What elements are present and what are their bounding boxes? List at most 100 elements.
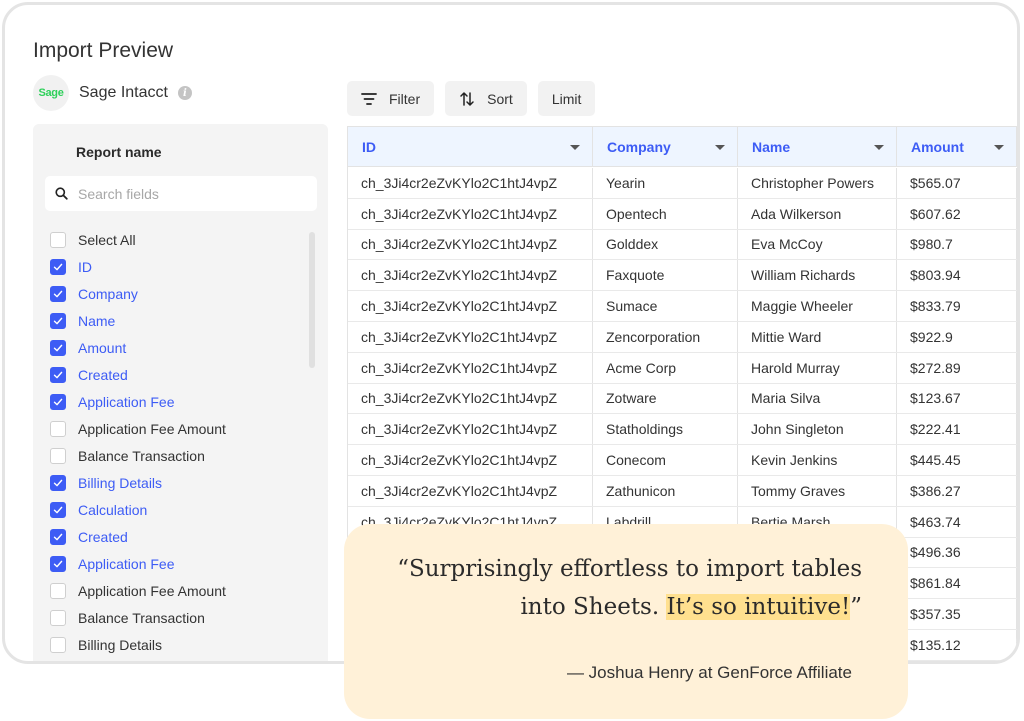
caret-down-icon[interactable] — [874, 144, 884, 150]
field-label: Name — [78, 312, 116, 329]
field-list-scrollbar[interactable] — [309, 232, 315, 368]
checkbox[interactable] — [50, 609, 66, 626]
cell-company: Golddex — [593, 229, 738, 260]
table-header: ID Company Name Amount — [348, 127, 1017, 167]
check-icon — [53, 398, 63, 405]
column-header-name[interactable]: Name — [738, 127, 897, 167]
caret-down-icon[interactable] — [715, 144, 725, 150]
checkbox[interactable] — [50, 501, 66, 518]
field-option[interactable]: Application Fee — [50, 550, 300, 577]
page-title: Import Preview — [33, 39, 174, 62]
field-label: Balance Transaction — [78, 609, 205, 626]
check-icon — [53, 479, 63, 486]
cell-amount: $803.94 — [897, 260, 1017, 291]
cell-amount: $565.07 — [897, 168, 1017, 198]
search-fields-input[interactable] — [78, 185, 298, 202]
check-icon — [53, 371, 63, 378]
column-header-label: Amount — [911, 139, 964, 155]
field-option[interactable]: Amount — [50, 334, 300, 361]
testimonial-author: — Joshua Henry at GenForce Affiliate — [566, 663, 852, 682]
checkbox[interactable] — [50, 366, 66, 383]
cell-company: Faxquote — [593, 260, 738, 291]
table-row[interactable]: ch_3Ji4cr2eZvKYlo2C1htJ4vpZ Zathunicon Tom… — [348, 475, 1017, 507]
table-row[interactable]: ch_3Ji4cr2eZvKYlo2C1htJ4vpZ Conecom Kevin … — [348, 445, 1017, 476]
column-header-company[interactable]: Company — [593, 127, 738, 167]
limit-label: Limit — [551, 90, 582, 107]
caret-down-icon[interactable] — [994, 144, 1004, 150]
checkbox[interactable] — [50, 285, 66, 302]
check-icon — [53, 506, 63, 513]
search-box[interactable] — [45, 176, 317, 211]
field-option[interactable]: Application Fee Amount — [50, 577, 300, 604]
field-option[interactable]: Balance Transaction — [50, 442, 300, 469]
column-header-amount[interactable]: Amount — [897, 127, 1017, 167]
field-option[interactable]: Company — [50, 280, 300, 307]
column-header-id[interactable]: ID — [348, 127, 593, 167]
cell-amount: $496.36 — [897, 537, 1017, 568]
table-row[interactable]: ch_3Ji4cr2eZvKYlo2C1htJ4vpZ Faxquote Willi… — [348, 260, 1017, 292]
cell-company: Sumace — [593, 291, 738, 321]
column-header-label: Name — [752, 139, 791, 155]
table-row[interactable]: ch_3Ji4cr2eZvKYlo2C1htJ4vpZ Yearin Christo… — [348, 168, 1017, 199]
table-row[interactable]: ch_3Ji4cr2eZvKYlo2C1htJ4vpZ Golddex Eva Mc… — [348, 229, 1017, 261]
column-header-label: Company — [607, 139, 671, 155]
cell-name: Maria Silva — [738, 383, 897, 414]
check-icon — [53, 533, 63, 540]
quote-highlight: It’s so intuitive! — [666, 594, 851, 620]
cell-company: Zathunicon — [593, 475, 738, 506]
field-label: Company — [78, 285, 138, 302]
field-option[interactable]: Created — [50, 523, 300, 550]
field-option[interactable]: Calculation — [50, 496, 300, 523]
field-option[interactable]: Billing Details — [50, 469, 300, 496]
cell-id: ch_3Ji4cr2eZvKYlo2C1htJ4vpZ — [348, 475, 593, 506]
table-row[interactable]: ch_3Ji4cr2eZvKYlo2C1htJ4vpZ Acme Corp Haro… — [348, 352, 1017, 384]
field-option[interactable]: ID — [50, 253, 300, 280]
checkbox[interactable] — [50, 231, 66, 248]
field-option[interactable]: Application Fee — [50, 388, 300, 415]
checkbox[interactable] — [50, 312, 66, 329]
field-option[interactable]: Balance Transaction — [50, 604, 300, 631]
checkbox[interactable] — [50, 474, 66, 491]
checkbox[interactable] — [50, 555, 66, 572]
cell-name: Eva McCoy — [738, 229, 897, 260]
table-row[interactable]: ch_3Ji4cr2eZvKYlo2C1htJ4vpZ Sumace Maggie … — [348, 291, 1017, 322]
field-label: Billing Details — [78, 474, 163, 491]
checkbox[interactable] — [50, 393, 66, 410]
field-list: Select All ID Company Name Amount Created Appl… — [50, 226, 300, 658]
checkbox[interactable] — [50, 258, 66, 275]
checkbox[interactable] — [50, 420, 66, 437]
table-row[interactable]: ch_3Ji4cr2eZvKYlo2C1htJ4vpZ Zotware Maria … — [348, 383, 1017, 415]
table-row[interactable]: ch_3Ji4cr2eZvKYlo2C1htJ4vpZ Statholdings J… — [348, 414, 1017, 446]
field-label: Billing Details — [78, 636, 163, 653]
field-option[interactable]: Application Fee Amount — [50, 415, 300, 442]
cell-id: ch_3Ji4cr2eZvKYlo2C1htJ4vpZ — [348, 229, 593, 260]
table-row[interactable]: ch_3Ji4cr2eZvKYlo2C1htJ4vpZ Opentech Ada W… — [348, 198, 1017, 230]
checkbox[interactable] — [50, 636, 66, 653]
checkbox[interactable] — [50, 447, 66, 464]
quote-close: ” — [850, 594, 862, 620]
cell-id: ch_3Ji4cr2eZvKYlo2C1htJ4vpZ — [348, 352, 593, 383]
field-option[interactable]: Billing Details — [50, 631, 300, 658]
cell-amount: $445.45 — [897, 445, 1017, 475]
cell-amount: $463.74 — [897, 506, 1017, 537]
field-option[interactable]: Name — [50, 307, 300, 334]
limit-button[interactable]: Limit — [537, 81, 596, 116]
info-icon[interactable]: i — [177, 86, 192, 100]
checkbox[interactable] — [50, 339, 66, 356]
cell-name: Tommy Graves — [738, 475, 897, 506]
cell-id: ch_3Ji4cr2eZvKYlo2C1htJ4vpZ — [348, 168, 593, 198]
checkbox[interactable] — [50, 528, 66, 545]
checkbox[interactable] — [50, 582, 66, 599]
filter-button[interactable]: Filter — [347, 81, 435, 116]
field-option[interactable]: Created — [50, 361, 300, 388]
cell-amount: $386.27 — [897, 475, 1017, 506]
cell-amount: $980.7 — [897, 229, 1017, 260]
field-label: Amount — [78, 339, 127, 356]
field-option[interactable]: Select All — [50, 226, 300, 253]
field-label: Select All — [78, 231, 136, 248]
table-row[interactable]: ch_3Ji4cr2eZvKYlo2C1htJ4vpZ Zencorporatio… — [348, 321, 1017, 353]
search-icon — [55, 187, 68, 200]
cell-id: ch_3Ji4cr2eZvKYlo2C1htJ4vpZ — [348, 198, 593, 229]
sort-button[interactable]: Sort — [445, 81, 527, 116]
caret-down-icon[interactable] — [570, 144, 580, 150]
